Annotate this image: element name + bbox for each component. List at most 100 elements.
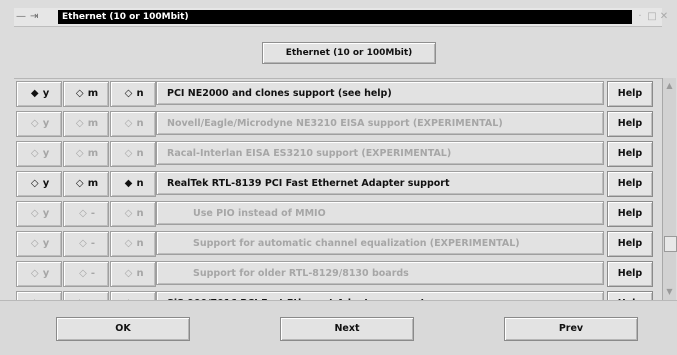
toggle-label: m [87,118,99,129]
option-y-toggle[interactable]: ◇y [16,141,62,167]
scroll-thumb[interactable] [664,236,677,252]
radio-indicator-icon: ◇ [79,268,87,279]
option-n-toggle[interactable]: ◇ n [110,231,156,257]
radio-indicator-icon: ◇ [75,178,84,189]
option-row: ◇ y ◇ m ◇ n Racal-Interlan EISA ES3210 support… [14,139,662,169]
option-description[interactable]: Use PIO instead of MMIO [156,201,604,225]
option-row: ◇ y ◇ - ◇ n Support for automatic channel equa… [14,229,662,259]
close-icon[interactable]: ✕ [658,11,670,23]
radio-indicator-icon: ◆ [124,178,133,189]
next-button[interactable]: Next [280,317,414,341]
radio-indicator-icon: ◇ [124,118,133,129]
toggle-label: n [136,88,144,99]
radio-indicator-icon: ◇ [124,208,133,219]
window-pin-icon[interactable]: ⇥ [30,11,58,23]
option-m-toggle[interactable]: ◇ - [63,231,109,257]
toggle-label: n [136,208,144,219]
toggle-label: - [90,238,96,249]
help-button[interactable]: Help [607,201,653,227]
option-y-toggle[interactable]: ◇y [16,111,62,137]
option-n-toggle[interactable]: ◇ n [110,111,156,137]
toggle-label: n [136,118,144,129]
toggle-label: y [42,208,50,219]
toggle-label: m [87,148,99,159]
scroll-down-icon[interactable]: ▼ [664,286,675,297]
window-title: Ethernet (10 or 100Mbit) [58,10,632,24]
option-m-toggle[interactable]: ◇m [63,81,109,107]
option-y-toggle[interactable]: ◇y [16,231,62,257]
option-y-toggle[interactable]: ◇y [16,261,62,287]
help-button[interactable]: Help [607,231,653,257]
option-n-toggle[interactable]: ◇ n [110,201,156,227]
radio-indicator-icon: ◇ [79,208,87,219]
radio-indicator-icon: ◇ [30,148,39,159]
toggle-label: - [90,268,96,279]
radio-indicator-icon: ◇ [30,268,39,279]
radio-indicator-icon: ◇ [30,118,39,129]
toggle-label: n [136,238,144,249]
option-description[interactable]: RealTek RTL-8139 PCI Fast Ethernet Adapt… [156,171,604,195]
option-n-toggle[interactable]: ◇ n [110,81,156,107]
option-row: ◆ y ◇ m ◇ n PCI NE2000 and clones support (see… [14,79,662,109]
option-row: ◇ y ◇ - ◇ n Support for older RTL-8129/8130 bo… [14,259,662,289]
radio-indicator-icon: ◇ [124,88,133,99]
help-button[interactable]: Help [607,171,653,197]
option-row: ◇ y ◇ - ◇ n Use PIO instead of MMIO Help [14,199,662,229]
option-row: ◇ y ◇ m ◆ n RealTek RTL-8139 PCI Fast Ethernet… [14,169,662,199]
option-description[interactable]: Support for automatic channel equalizati… [156,231,604,255]
toggle-label: y [42,268,50,279]
option-y-toggle[interactable]: ◆ y [16,81,62,107]
option-m-toggle[interactable]: ◇m [63,141,109,167]
vertical-scrollbar[interactable]: ▲ ▼ [662,78,677,300]
radio-indicator-icon: ◇ [124,268,133,279]
toggle-label: y [42,118,50,129]
option-m-toggle[interactable]: ◇m [63,111,109,137]
toggle-label: m [87,178,99,189]
radio-indicator-icon: ◇ [30,238,39,249]
options-list: ◆ y ◇ m ◇ n PCI NE2000 and clones support (see… [14,78,662,301]
option-n-toggle[interactable]: ◇ n [110,261,156,287]
ok-button[interactable]: OK [56,317,190,341]
radio-indicator-icon: ◇ [124,238,133,249]
help-button[interactable]: Help [607,141,653,167]
option-m-toggle[interactable]: ◇m [63,171,109,197]
config-dialog-window: — ⇥ Ethernet (10 or 100Mbit) · □ ✕ Ether… [0,0,677,355]
radio-indicator-icon: ◇ [124,148,133,159]
option-description[interactable]: Racal-Interlan EISA ES3210 support (EXPE… [156,141,604,165]
option-y-toggle[interactable]: ◇y [16,171,62,197]
radio-indicator-icon: ◇ [30,208,39,219]
option-row: ◇ y ◇ m ◇ n Novell/Eagle/Microdyne NE3210 EISA… [14,109,662,139]
prev-button[interactable]: Prev [504,317,638,341]
section-title-button[interactable]: Ethernet (10 or 100Mbit) [262,42,436,64]
help-button[interactable]: Help [607,261,653,287]
toggle-label: y [42,148,50,159]
maximize-icon[interactable]: □ [646,11,658,23]
option-description[interactable]: Support for older RTL-8129/8130 boards [156,261,604,285]
help-button[interactable]: Help [607,111,653,137]
radio-indicator-icon: ◇ [75,148,84,159]
option-y-toggle[interactable]: ◇y [16,201,62,227]
option-description[interactable]: Novell/Eagle/Microdyne NE3210 EISA suppo… [156,111,604,135]
option-m-toggle[interactable]: ◇ - [63,201,109,227]
window-menu-icon[interactable]: — [16,11,30,23]
radio-indicator-icon: ◇ [30,178,39,189]
toggle-label: y [42,178,50,189]
option-description[interactable]: PCI NE2000 and clones support (see help) [156,81,604,105]
option-m-toggle[interactable]: ◇ - [63,261,109,287]
toggle-label: n [136,268,144,279]
scroll-up-icon[interactable]: ▲ [664,80,675,91]
option-n-toggle[interactable]: ◆n [110,171,156,197]
toggle-label: n [136,148,144,159]
help-button[interactable]: Help [607,81,653,107]
button-bar: OK Next Prev [0,300,677,355]
option-n-toggle[interactable]: ◇ n [110,141,156,167]
title-bar[interactable]: — ⇥ Ethernet (10 or 100Mbit) · □ ✕ [14,8,668,27]
toggle-label: - [90,208,96,219]
minimize-icon[interactable]: · [634,11,646,23]
radio-indicator-icon: ◇ [79,238,87,249]
toggle-label: m [87,88,99,99]
toggle-label: y [42,238,50,249]
toggle-label: y [42,88,50,99]
radio-indicator-icon: ◇ [75,88,84,99]
radio-indicator-icon: ◆ [30,88,39,99]
